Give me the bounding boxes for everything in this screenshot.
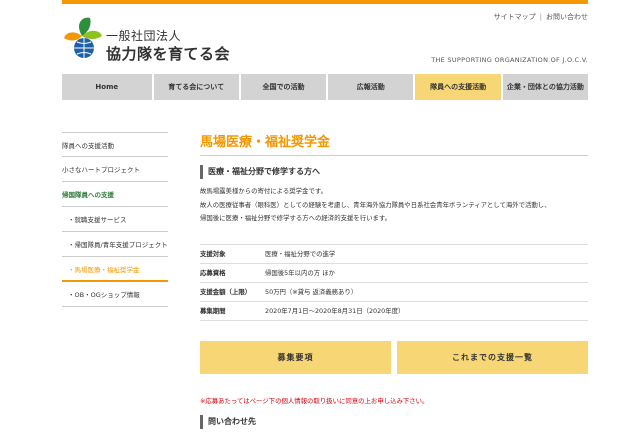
detail-value-target: 医療・福祉分野での進学 — [265, 250, 336, 258]
nav-about[interactable]: 育てる会について — [153, 74, 239, 100]
action-buttons: 募集要項 これまでの支援一覧 — [200, 340, 588, 374]
detail-row: 支援金額（上限） 50万円（※貸与 返済義務あり） — [200, 283, 588, 302]
sidebar: 隊員への支援活動 小さなハートプロジェクト 帰国隊員への支援 ・就職支援サービス… — [62, 132, 168, 307]
detail-value-period: 2020年7月1日～2020年8月31日（2020年度） — [265, 307, 405, 315]
nav-corporate[interactable]: 企業・団体との協力活動 — [502, 74, 589, 100]
detail-row: 応募資格 帰国後5年以内の方 ほか — [200, 264, 588, 283]
nav-pr[interactable]: 広報活動 — [328, 74, 414, 100]
site-logo[interactable]: 一般社団法人 協力隊を育てる会 — [62, 14, 242, 64]
detail-label-eligibility: 応募資格 — [200, 269, 226, 277]
detail-label-period: 募集期間 — [200, 307, 226, 315]
description-line: 故人の医療従事者（眼科医）としての経験を考慮し、青年海外協力隊員や日系社会青年ボ… — [200, 200, 551, 209]
sidebar-item-member-support[interactable]: 隊員への支援活動 — [62, 132, 168, 157]
main-content: 馬場医療・福祉奨学金 医療・福祉分野で修学する方へ 故馬場露美様からの寄付による… — [200, 134, 588, 429]
util-separator: | — [539, 13, 542, 21]
description-line: 故馬場露美様からの寄付による奨学金です。 — [200, 187, 327, 195]
nav-home[interactable]: Home — [62, 74, 152, 100]
nav-member-support[interactable]: 隊員への支援活動 — [415, 74, 501, 100]
logo-org-name: 協力隊を育てる会 — [106, 45, 231, 63]
top-accent-bar — [62, 0, 588, 4]
guidelines-button[interactable]: 募集要項 — [200, 340, 391, 374]
detail-label-target: 支援対象 — [200, 250, 226, 258]
sidebar-item-small-heart[interactable]: 小さなハートプロジェクト — [62, 157, 168, 182]
detail-label-amount: 支援金額（上限） — [200, 288, 252, 296]
global-nav: Home 育てる会について 全国での活動 広報活動 隊員への支援活動 企業・団体… — [62, 74, 589, 100]
page-title: 馬場医療・福祉奨学金 — [200, 134, 588, 156]
sidebar-item-returnee-support[interactable]: 帰国隊員への支援 — [62, 182, 168, 207]
description-line: 帰国後に医療・福祉分野で修学する方への経済的支援を行います。 — [200, 214, 392, 222]
detail-row: 募集期間 2020年7月1日～2020年8月31日（2020年度） — [200, 302, 588, 321]
sidebar-item-ob-og-shop[interactable]: ・OB・OGショップ情報 — [62, 282, 168, 307]
sidebar-item-job-support[interactable]: ・就職支援サービス — [62, 207, 168, 232]
sidebar-item-youth-project[interactable]: ・帰国隊員/青年支援プロジェクト — [62, 232, 168, 257]
description: 故馬場露美様からの寄付による奨学金です。 故人の医療従事者（眼科医）としての経験… — [200, 185, 588, 226]
support-history-button[interactable]: これまでの支援一覧 — [397, 340, 588, 374]
section-subheading: 医療・福祉分野で修学する方へ — [200, 165, 588, 179]
logo-emblem-icon — [64, 17, 102, 58]
site-tagline: THE SUPPORTING ORGANIZATION OF J.O.C.V. — [431, 56, 588, 64]
logo-org-type: 一般社団法人 — [106, 29, 182, 43]
detail-value-amount: 50万円（※貸与 返済義務あり） — [265, 288, 358, 296]
detail-row: 支援対象 医療・福祉分野での進学 — [200, 245, 588, 264]
nav-nationwide[interactable]: 全国での活動 — [240, 74, 327, 100]
inquiry-heading: 問い合わせ先 — [200, 414, 588, 429]
utility-links: サイトマップ | お問い合わせ — [494, 12, 588, 22]
privacy-notice: ※応募あたってはページ下の個人情報の取り扱いに同意の上お申し込み下さい。 — [200, 396, 429, 405]
scholarship-details: 支援対象 医療・福祉分野での進学 応募資格 帰国後5年以内の方 ほか 支援金額（… — [200, 243, 588, 321]
detail-value-eligibility: 帰国後5年以内の方 ほか — [265, 269, 336, 277]
sitemap-link[interactable]: サイトマップ — [494, 12, 536, 22]
contact-link[interactable]: お問い合わせ — [546, 12, 588, 22]
sidebar-item-baba-scholarship[interactable]: ・馬場医療・福祉奨学金 — [62, 257, 168, 282]
